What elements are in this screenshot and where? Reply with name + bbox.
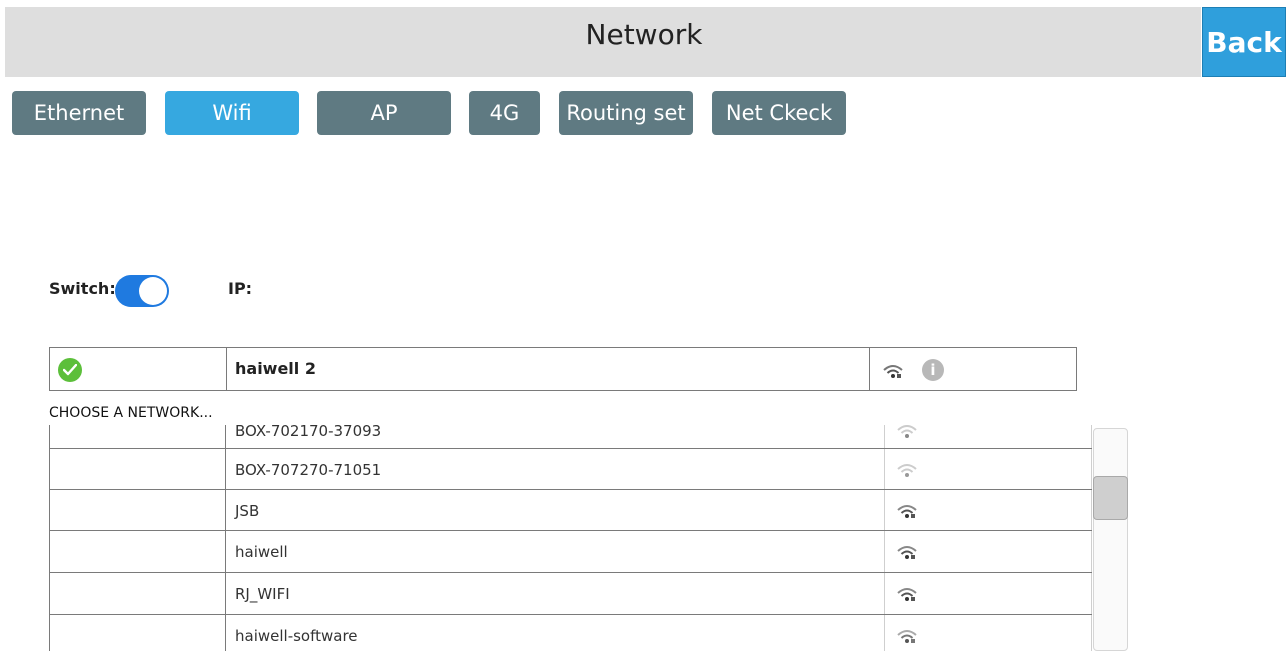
scrollbar-track[interactable] — [1093, 428, 1128, 651]
network-list[interactable]: BOX-702170-37093 BOX-707270-71051 JSB ha… — [49, 425, 1092, 651]
wifi-signal-icon — [897, 505, 917, 518]
wifi-weak-icon — [897, 425, 917, 438]
list-item[interactable]: RJ_WIFI — [49, 572, 1092, 614]
wifi-signal-icon — [897, 588, 917, 601]
network-name: haiwell — [235, 543, 288, 561]
tab-net-check[interactable]: Net Ckeck — [712, 91, 846, 135]
ip-label: IP: — [228, 279, 253, 298]
tab-ap[interactable]: AP — [317, 91, 451, 135]
wifi-signal-icon — [897, 630, 917, 643]
list-item[interactable]: BOX-707270-71051 — [49, 448, 1092, 490]
list-item[interactable]: JSB — [49, 489, 1092, 531]
wifi-weak-icon — [897, 464, 917, 477]
back-button[interactable]: Back — [1202, 7, 1286, 77]
scrollbar-thumb[interactable] — [1093, 476, 1128, 520]
wifi-switch-toggle[interactable] — [115, 275, 169, 307]
list-item[interactable]: haiwell-software — [49, 614, 1092, 651]
wifi-signal-icon — [883, 365, 903, 378]
list-item[interactable]: haiwell — [49, 530, 1092, 572]
wifi-signal-icon — [897, 546, 917, 559]
info-icon[interactable]: i — [922, 359, 944, 381]
tab-ethernet[interactable]: Ethernet — [12, 91, 146, 135]
toggle-knob — [139, 277, 167, 305]
network-name: JSB — [235, 502, 260, 520]
network-name: haiwell-software — [235, 627, 358, 645]
choose-network-label: CHOOSE A NETWORK... — [49, 405, 213, 421]
cell-divider — [226, 348, 227, 390]
switch-label: Switch: — [49, 279, 116, 298]
network-name: RJ_WIFI — [235, 585, 290, 603]
tab-routing-set[interactable]: Routing set — [559, 91, 693, 135]
tab-wifi[interactable]: Wifi — [165, 91, 299, 135]
check-circle-icon — [58, 358, 82, 382]
network-name: BOX-707270-71051 — [235, 461, 382, 479]
tab-4g[interactable]: 4G — [469, 91, 540, 135]
connected-network-name: haiwell 2 — [235, 359, 316, 378]
cell-divider — [869, 348, 870, 390]
page-title: Network — [585, 18, 703, 51]
